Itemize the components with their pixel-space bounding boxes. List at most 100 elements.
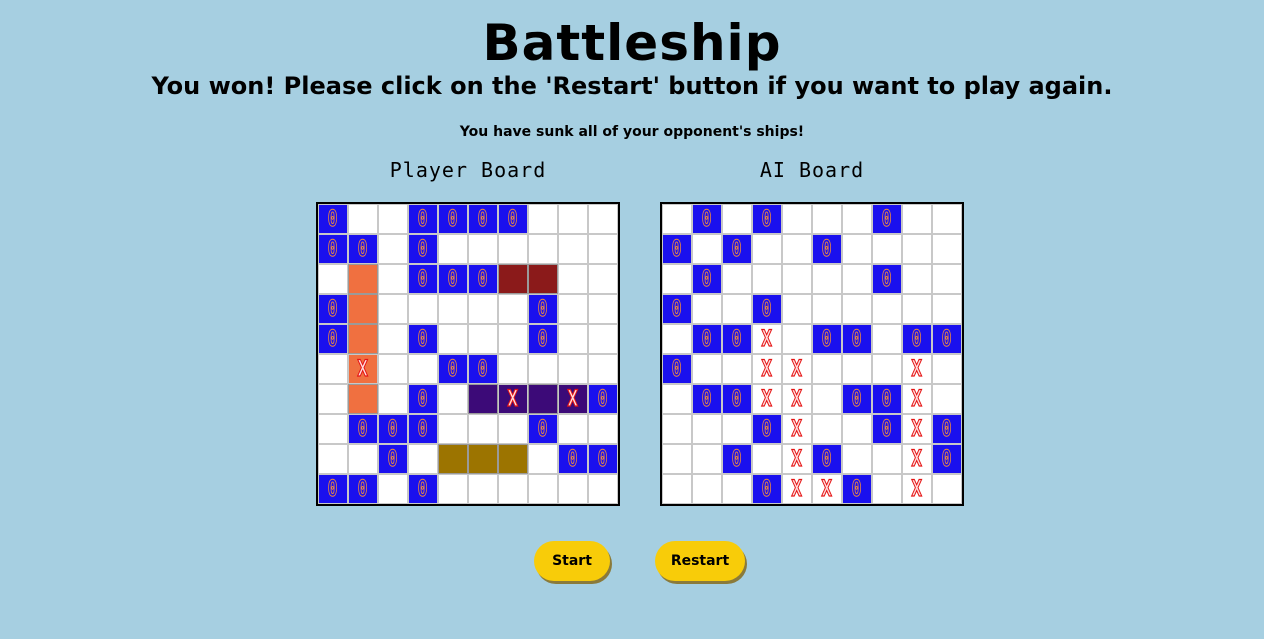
player-board-cell-ship[interactable] xyxy=(468,444,498,474)
ai-board-cell[interactable] xyxy=(752,234,782,264)
ai-board-cell[interactable] xyxy=(872,354,902,384)
ai-board-cell[interactable] xyxy=(722,354,752,384)
player-board-cell-miss[interactable]: 0 xyxy=(348,414,378,444)
player-board-cell[interactable] xyxy=(408,444,438,474)
ai-board-cell-miss[interactable]: 0 xyxy=(692,204,722,234)
player-board-cell-ship[interactable] xyxy=(468,384,498,414)
player-board-cell[interactable] xyxy=(408,354,438,384)
player-board-cell[interactable] xyxy=(318,384,348,414)
player-board-cell[interactable] xyxy=(468,474,498,504)
ai-board-cell[interactable] xyxy=(782,234,812,264)
player-board-cell[interactable] xyxy=(588,324,618,354)
player-board-cell[interactable] xyxy=(348,204,378,234)
player-board-cell-miss[interactable]: 0 xyxy=(468,264,498,294)
player-board-cell[interactable] xyxy=(468,294,498,324)
player-board-cell-miss[interactable]: 0 xyxy=(348,474,378,504)
player-board-cell-miss[interactable]: 0 xyxy=(408,264,438,294)
player-board-cell-miss[interactable]: 0 xyxy=(408,324,438,354)
ai-board-cell-miss[interactable]: 0 xyxy=(812,444,842,474)
ai-board-cell[interactable] xyxy=(932,354,962,384)
player-board-cell-ship[interactable] xyxy=(528,264,558,294)
player-board-cell-miss[interactable]: 0 xyxy=(408,204,438,234)
ai-board-cell[interactable] xyxy=(842,204,872,234)
ai-board-cell[interactable] xyxy=(842,294,872,324)
player-board-cell[interactable] xyxy=(528,234,558,264)
player-board-cell[interactable] xyxy=(348,444,378,474)
player-board-cell-miss[interactable]: 0 xyxy=(408,234,438,264)
player-board-cell-miss[interactable]: 0 xyxy=(528,294,558,324)
ai-board-cell[interactable] xyxy=(722,204,752,234)
player-board-cell-miss[interactable]: 0 xyxy=(468,204,498,234)
player-board-cell[interactable] xyxy=(558,354,588,384)
player-board-cell[interactable] xyxy=(558,414,588,444)
player-board-cell[interactable] xyxy=(588,294,618,324)
ai-board-cell-miss[interactable]: 0 xyxy=(752,294,782,324)
player-board-cell[interactable] xyxy=(588,264,618,294)
ai-board-cell[interactable] xyxy=(842,264,872,294)
ai-board-cell[interactable] xyxy=(692,234,722,264)
player-board-cell[interactable] xyxy=(498,294,528,324)
ai-board-cell-hit[interactable]: X xyxy=(812,474,842,504)
player-board-cell-miss[interactable]: 0 xyxy=(348,234,378,264)
ai-board-cell-miss[interactable]: 0 xyxy=(872,414,902,444)
ai-board-cell-miss[interactable]: 0 xyxy=(842,474,872,504)
player-board-cell-hit[interactable]: X xyxy=(498,384,528,414)
ai-board-cell-miss[interactable]: 0 xyxy=(752,474,782,504)
ai-board-cell-hit[interactable]: X xyxy=(782,444,812,474)
restart-button[interactable]: Restart xyxy=(655,541,745,581)
player-board-cell[interactable] xyxy=(378,234,408,264)
ai-board-cell[interactable] xyxy=(662,414,692,444)
ai-board-cell-hit[interactable]: X xyxy=(752,354,782,384)
player-board-cell-ship[interactable] xyxy=(528,384,558,414)
ai-board-cell[interactable] xyxy=(722,474,752,504)
player-board-cell[interactable] xyxy=(378,474,408,504)
player-board-cell[interactable] xyxy=(588,474,618,504)
ai-board-cell[interactable] xyxy=(662,324,692,354)
ai-board-cell-hit[interactable]: X xyxy=(782,414,812,444)
ai-board-cell[interactable] xyxy=(662,444,692,474)
player-board-cell-miss[interactable]: 0 xyxy=(528,414,558,444)
ai-board-cell-hit[interactable]: X xyxy=(782,354,812,384)
ai-board-cell[interactable] xyxy=(872,324,902,354)
ai-board-cell[interactable] xyxy=(932,294,962,324)
player-board-cell-miss[interactable]: 0 xyxy=(498,204,528,234)
ai-board-cell[interactable] xyxy=(692,294,722,324)
player-board-cell-miss[interactable]: 0 xyxy=(318,234,348,264)
ai-board-cell[interactable] xyxy=(872,294,902,324)
ai-board-cell[interactable] xyxy=(782,324,812,354)
player-board-cell[interactable] xyxy=(378,324,408,354)
ai-board-cell[interactable] xyxy=(842,234,872,264)
player-board-cell[interactable] xyxy=(438,384,468,414)
ai-board-cell[interactable] xyxy=(932,474,962,504)
player-board-cell-miss[interactable]: 0 xyxy=(378,444,408,474)
player-board-cell-miss[interactable]: 0 xyxy=(468,354,498,384)
ai-board-cell-miss[interactable]: 0 xyxy=(902,324,932,354)
player-board-cell[interactable] xyxy=(468,234,498,264)
player-board-cell[interactable] xyxy=(318,354,348,384)
ai-board-cell[interactable] xyxy=(752,444,782,474)
ai-board-cell-hit[interactable]: X xyxy=(902,444,932,474)
player-board-cell-ship[interactable] xyxy=(348,324,378,354)
player-board-cell-hit[interactable]: X xyxy=(348,354,378,384)
player-board-cell[interactable] xyxy=(378,204,408,234)
ai-board-cell-miss[interactable]: 0 xyxy=(932,444,962,474)
player-board-cell[interactable] xyxy=(498,414,528,444)
player-board-cell-miss[interactable]: 0 xyxy=(318,324,348,354)
ai-board-cell[interactable] xyxy=(812,204,842,234)
ai-board-cell[interactable] xyxy=(932,234,962,264)
ai-board-cell-hit[interactable]: X xyxy=(902,354,932,384)
player-board-cell[interactable] xyxy=(378,264,408,294)
player-board-cell[interactable] xyxy=(438,474,468,504)
player-board-cell-miss[interactable]: 0 xyxy=(438,264,468,294)
player-board-cell-ship[interactable] xyxy=(348,294,378,324)
ai-board-cell[interactable] xyxy=(812,354,842,384)
player-board-cell[interactable] xyxy=(408,294,438,324)
ai-board-cell[interactable] xyxy=(902,234,932,264)
player-board-cell-miss[interactable]: 0 xyxy=(408,414,438,444)
player-board-cell-miss[interactable]: 0 xyxy=(318,294,348,324)
ai-board-cell[interactable] xyxy=(692,354,722,384)
ai-board-cell[interactable] xyxy=(812,384,842,414)
ai-board-cell[interactable] xyxy=(902,204,932,234)
ai-board-cell[interactable] xyxy=(692,414,722,444)
player-board-cell[interactable] xyxy=(438,414,468,444)
